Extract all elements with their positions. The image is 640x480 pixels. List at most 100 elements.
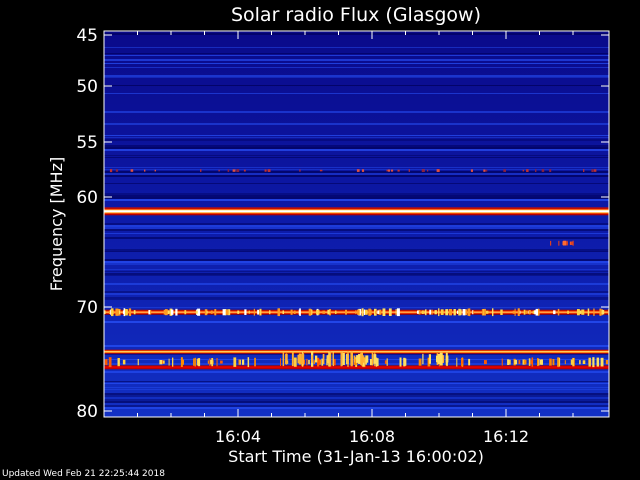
- burst-spike: [437, 353, 441, 365]
- burst-spike: [335, 310, 337, 314]
- burst-spike: [583, 169, 585, 172]
- burst-spike: [524, 359, 527, 365]
- burst-spike: [356, 169, 360, 172]
- burst-spike: [563, 240, 567, 246]
- burst-spike: [233, 357, 237, 367]
- chart-title: Solar radio Flux (Glasgow): [231, 4, 481, 26]
- burst-spike: [582, 360, 586, 364]
- burst-spike: [361, 352, 363, 366]
- burst-spike: [418, 310, 421, 315]
- burst-spike: [123, 308, 126, 317]
- noise-stripe: [104, 193, 609, 195]
- burst-spike: [558, 240, 560, 246]
- noise-stripe: [104, 405, 609, 407]
- noise-stripe: [104, 77, 609, 78]
- burst-spike: [298, 353, 302, 365]
- noise-stripe: [104, 55, 609, 56]
- burst-spike: [427, 169, 429, 172]
- burst-spike: [399, 357, 402, 367]
- burst-spike: [248, 310, 250, 314]
- burst-spike: [439, 353, 443, 365]
- noise-stripe: [104, 249, 609, 251]
- burst-spike: [422, 353, 424, 365]
- noise-stripe: [104, 307, 609, 308]
- burst-spike: [227, 169, 230, 172]
- noise-stripe: [104, 183, 609, 184]
- burst-spike: [593, 308, 595, 316]
- noise-stripe: [104, 123, 609, 125]
- noise-stripe: [104, 229, 609, 231]
- burst-spike: [525, 310, 528, 314]
- burst-spike: [340, 351, 343, 367]
- noise-stripe: [104, 67, 609, 68]
- noise-stripe: [104, 271, 609, 272]
- burst-spike: [501, 358, 503, 366]
- burst-spike: [293, 310, 296, 314]
- burst-spike: [316, 310, 318, 315]
- burst-spike: [587, 308, 590, 316]
- burst-spike: [207, 360, 209, 364]
- burst-spike: [247, 357, 250, 368]
- burst-spike: [357, 309, 360, 315]
- noise-stripe: [104, 175, 609, 177]
- noise-stripe: [104, 167, 609, 168]
- burst-spike: [386, 358, 388, 366]
- burst-spike: [115, 169, 119, 172]
- burst-spike: [170, 309, 174, 315]
- spectrogram-chart: Solar radio Flux (Glasgow) 455055607080 …: [47, 4, 610, 466]
- noise-stripe: [104, 47, 609, 48]
- burst-spike: [550, 240, 552, 246]
- burst-spike: [353, 355, 356, 363]
- noise-stripe: [104, 261, 609, 263]
- noise-stripe: [104, 137, 609, 138]
- burst-spike: [232, 169, 236, 172]
- burst-spike: [159, 360, 163, 365]
- burst-spike: [567, 310, 569, 314]
- noise-stripe: [104, 297, 609, 299]
- burst-spike: [115, 308, 119, 316]
- burst-spike: [216, 358, 218, 367]
- burst-spike: [347, 351, 349, 367]
- burst-spike: [440, 309, 444, 315]
- y-tick-label: 55: [76, 133, 98, 153]
- x-tick-label: 16:12: [483, 427, 529, 446]
- burst-spike: [363, 309, 366, 315]
- burst-spike: [388, 308, 392, 316]
- burst-spike: [470, 169, 473, 172]
- burst-spike: [391, 169, 394, 172]
- burst-spike: [462, 309, 466, 316]
- burst-spike: [481, 309, 483, 316]
- burst-spike: [436, 169, 440, 172]
- burst-spike: [557, 357, 559, 368]
- x-axis-label: Start Time (31-Jan-13 16:00:02): [228, 447, 484, 466]
- noise-stripe: [104, 63, 609, 64]
- burst-spike: [397, 169, 400, 172]
- burst-spike: [462, 360, 464, 364]
- burst-spike: [564, 360, 566, 365]
- burst-spike: [507, 359, 510, 365]
- burst-spike: [483, 308, 486, 316]
- burst-spike: [244, 309, 247, 315]
- noise-stripe: [104, 33, 609, 35]
- emission-band: [104, 210, 609, 212]
- burst-spike: [549, 169, 552, 172]
- burst-spike: [109, 169, 113, 173]
- noise-stripe: [104, 227, 609, 229]
- burst-spike: [133, 310, 136, 315]
- burst-spike: [557, 308, 560, 316]
- burst-spike: [596, 359, 598, 365]
- burst-spike: [456, 357, 458, 367]
- noise-stripe: [104, 275, 609, 276]
- noise-stripe: [104, 407, 609, 409]
- burst-spike: [591, 169, 594, 172]
- burst-spike: [104, 310, 106, 314]
- burst-spike: [445, 355, 449, 363]
- burst-spike: [553, 310, 556, 315]
- burst-spike: [282, 352, 285, 367]
- burst-spike: [130, 169, 134, 172]
- burst-spike: [306, 358, 308, 366]
- burst-spike: [282, 310, 284, 314]
- burst-spike: [408, 169, 410, 172]
- burst-spike: [377, 310, 380, 314]
- burst-spike: [492, 308, 494, 317]
